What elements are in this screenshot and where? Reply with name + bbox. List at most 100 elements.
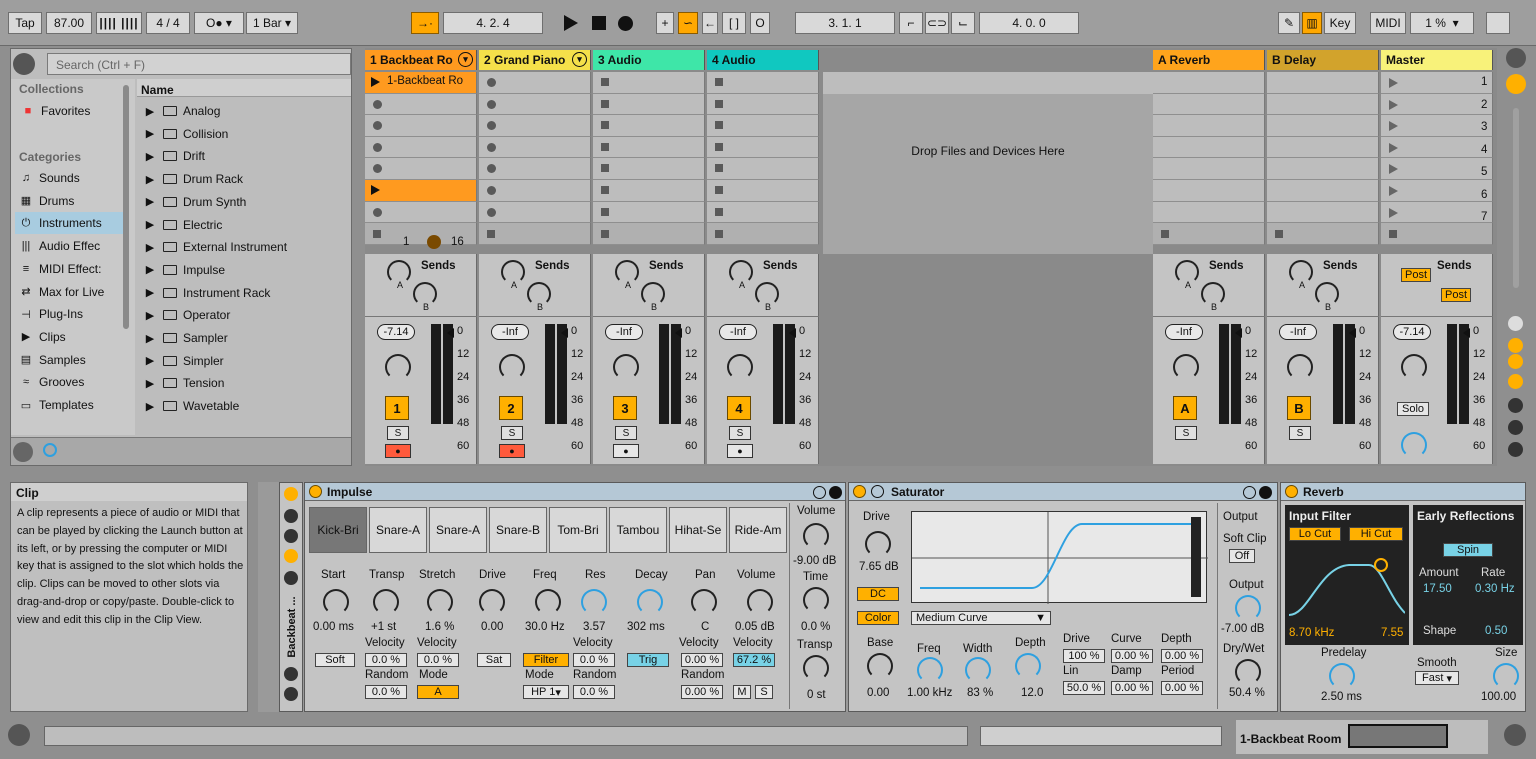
loop-switch[interactable]: ⊂⊃ [925, 12, 949, 34]
volume-fader-icon[interactable] [561, 328, 568, 338]
solo-button[interactable]: S [1175, 426, 1197, 440]
soft-button[interactable]: Soft [315, 653, 355, 667]
dry-wet-knob[interactable] [1235, 659, 1261, 685]
amount-value[interactable]: 17.50 [1423, 583, 1452, 595]
freq-value[interactable]: 1.00 kHz [907, 687, 952, 699]
capture-button[interactable]: [ ] [722, 12, 746, 34]
clip-slot-button-icon[interactable] [487, 121, 496, 131]
volume-readout[interactable]: -Inf [605, 324, 643, 340]
solo-button[interactable]: S [501, 426, 523, 440]
volume-value[interactable]: -9.00 dB [793, 555, 836, 567]
scene-number[interactable]: 3 [1481, 121, 1487, 133]
punch-out-button[interactable]: ⌙ [951, 12, 975, 34]
browser-item[interactable]: ▶ Impulse [143, 259, 349, 281]
clip-slot-button-icon[interactable] [715, 142, 723, 151]
clip-slot[interactable] [1267, 136, 1379, 159]
sat-button[interactable]: Sat [477, 653, 511, 667]
clip-slot[interactable] [479, 201, 591, 224]
scene-scrollbar[interactable] [1513, 108, 1519, 288]
track-activator[interactable]: B [1287, 396, 1311, 420]
drive-knob[interactable] [479, 589, 505, 615]
search-input[interactable]: Search (Ctrl + F) [47, 53, 351, 75]
clip-slot-button-icon[interactable] [601, 78, 609, 86]
arm-button[interactable]: ● [613, 444, 639, 458]
transp-knob[interactable] [373, 589, 399, 615]
overview-strip[interactable] [980, 726, 1222, 746]
mute-button[interactable]: M [733, 685, 751, 699]
smooth-select[interactable]: Fast ▾ [1415, 671, 1459, 685]
scene-number[interactable]: 2 [1481, 99, 1487, 111]
scene-launch-icon[interactable] [1389, 121, 1398, 132]
clip-slot-button-icon[interactable] [715, 207, 723, 216]
clip-slot[interactable] [479, 223, 591, 245]
scene-number[interactable]: 5 [1481, 166, 1487, 178]
clip-slot[interactable] [1153, 115, 1265, 137]
record-button[interactable] [614, 12, 636, 34]
transp-velocity[interactable]: 0.0 % [365, 653, 407, 667]
solo-button[interactable]: S [729, 426, 751, 440]
clip-slot[interactable] [593, 223, 705, 245]
clip-slot[interactable] [1381, 136, 1493, 159]
stop-button[interactable] [588, 12, 610, 34]
clip-slot[interactable] [479, 115, 591, 137]
clip-slot-button-icon[interactable] [715, 78, 723, 86]
stretch-mode[interactable]: A [417, 685, 459, 699]
key-map-button[interactable]: Key [1324, 12, 1356, 34]
drive-knob[interactable] [865, 531, 891, 557]
fold-icon[interactable]: ▾ [458, 52, 473, 67]
clip-slot-button-icon[interactable] [487, 207, 496, 217]
filter-button[interactable]: Filter [523, 653, 569, 667]
stop-button-icon[interactable] [601, 230, 609, 239]
size-knob[interactable] [1493, 663, 1519, 689]
transp-random[interactable]: 0.0 % [365, 685, 407, 699]
stretch-velocity[interactable]: 0.0 % [417, 653, 459, 667]
res-random[interactable]: 0.0 % [573, 685, 615, 699]
detail-toggle-icon[interactable] [1504, 724, 1526, 746]
freq-knob[interactable] [535, 589, 561, 615]
freq-value[interactable]: 30.0 Hz [525, 621, 565, 633]
clip-slot[interactable] [365, 136, 477, 159]
clip-slot[interactable] [593, 93, 705, 116]
clip-slot-button-icon[interactable] [373, 164, 382, 174]
clip-slot[interactable] [593, 158, 705, 180]
pan-knob[interactable] [691, 589, 717, 615]
time-value[interactable]: 0.0 % [801, 621, 830, 633]
clip-slot[interactable] [1381, 158, 1493, 180]
solo-button[interactable]: Solo [1397, 402, 1429, 416]
category-item[interactable]: ≈ Grooves [15, 371, 123, 393]
filter-type-select[interactable]: HP 1 ▾ [523, 685, 569, 699]
stretch-knob[interactable] [427, 589, 453, 615]
rate-value[interactable]: 0.30 Hz [1475, 583, 1515, 595]
session-view-icon[interactable] [1506, 74, 1526, 94]
decay-value[interactable]: 302 ms [627, 621, 665, 633]
collection-favorites[interactable]: ■ Favorites [21, 100, 133, 122]
volume-knob[interactable] [803, 523, 829, 549]
rack-random-icon[interactable] [284, 571, 298, 585]
volume-fader-icon[interactable] [1349, 328, 1356, 338]
clip-slot[interactable] [1153, 136, 1265, 159]
browser-item[interactable]: ▶ External Instrument [143, 236, 349, 258]
signature-field[interactable]: 4 / 4 [146, 12, 190, 34]
track-header[interactable]: B Delay [1267, 50, 1379, 70]
draw-mode-button[interactable]: ✎ [1278, 12, 1300, 34]
clip-slot[interactable] [1381, 223, 1493, 245]
volume-readout[interactable]: -Inf [491, 324, 529, 340]
volume-fader-icon[interactable] [447, 328, 454, 338]
stretch-value[interactable]: 1.6 % [425, 621, 454, 633]
tap-button[interactable]: Tap [8, 12, 42, 34]
clip-slot[interactable] [593, 72, 705, 94]
clip-slot[interactable] [1267, 223, 1379, 245]
pan-knob[interactable] [499, 354, 525, 380]
clip-slot[interactable] [1267, 201, 1379, 224]
post-button-a[interactable]: Post [1401, 268, 1431, 282]
scene-launch-icon[interactable] [1389, 185, 1398, 196]
res-knob[interactable] [581, 589, 607, 615]
back-to-arrangement[interactable]: ← [702, 12, 718, 34]
clip-slot-button-icon[interactable] [715, 185, 723, 194]
clip-slot-button-icon[interactable] [715, 164, 723, 173]
play-button[interactable] [560, 12, 582, 34]
clip-slot-button-icon[interactable] [601, 164, 609, 173]
quantize-menu[interactable]: 1 Bar ▾ [246, 12, 298, 34]
io-icon[interactable] [1508, 316, 1523, 331]
cue-toggle-icon[interactable] [1508, 442, 1523, 457]
